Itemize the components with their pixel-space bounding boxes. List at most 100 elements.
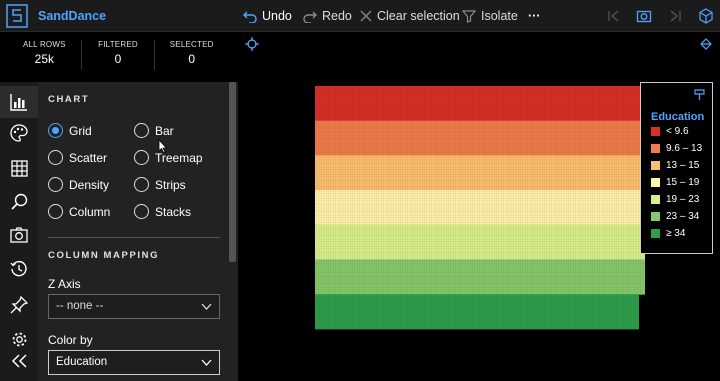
legend-label: ≥ 34 xyxy=(666,228,686,239)
stat-value: 0 xyxy=(114,52,122,66)
stat-label: SELECTED xyxy=(169,40,214,49)
radio-label: Stacks xyxy=(155,204,192,219)
first-page-icon[interactable] xyxy=(606,8,622,24)
legend-item[interactable]: ≥ 34 xyxy=(651,228,685,239)
sidebar-item-data[interactable] xyxy=(8,157,30,179)
legend-swatch xyxy=(651,212,660,221)
sidebar-item-transitions[interactable] xyxy=(8,294,30,316)
chart-type-grid[interactable]: Grid xyxy=(48,123,92,138)
radio-label: Density xyxy=(69,177,110,192)
grid-cell-overlay xyxy=(315,155,645,191)
grid-cell-overlay xyxy=(315,190,645,226)
radio-icon xyxy=(134,123,149,138)
chart-type-strips[interactable]: Strips xyxy=(134,177,186,192)
panel-scrollbar[interactable] xyxy=(229,82,236,262)
history-icon xyxy=(10,260,27,277)
legend-swatch xyxy=(651,144,660,153)
palette-icon xyxy=(10,124,28,142)
legend-item[interactable]: 19 – 23 xyxy=(651,194,699,205)
radio-label: Grid xyxy=(69,123,92,138)
radio-label: Column xyxy=(69,204,111,219)
legend-item[interactable]: 13 – 15 xyxy=(651,160,699,171)
chart-type-treemap[interactable]: Treemap xyxy=(134,150,203,165)
isolate-label: Isolate xyxy=(481,9,518,23)
chevron-down-icon xyxy=(201,303,212,310)
grid-cell-overlay xyxy=(315,294,639,330)
chart-type-column[interactable]: Column xyxy=(48,204,110,219)
legend-swatch xyxy=(651,195,660,204)
grid-cell-overlay xyxy=(315,86,645,122)
radio-checked-icon xyxy=(48,123,63,138)
legend-item[interactable]: < 9.6 xyxy=(651,126,689,137)
grid-cell-overlay xyxy=(315,259,645,295)
pin-icon xyxy=(10,296,28,314)
sidebar-item-snapshots[interactable] xyxy=(8,224,30,246)
redo-icon xyxy=(303,11,317,23)
z-axis-select[interactable]: -- none -- xyxy=(48,294,220,319)
legend-label: < 9.6 xyxy=(666,126,689,137)
legend-item[interactable]: 9.6 – 13 xyxy=(651,143,702,154)
cube-icon[interactable] xyxy=(698,8,714,24)
grid-cell-overlay xyxy=(315,120,645,156)
legend-swatch xyxy=(651,229,660,238)
legend-item[interactable]: 23 – 34 xyxy=(651,211,699,222)
sidebar-collapse-button[interactable] xyxy=(8,350,30,372)
redo-button[interactable]: Redo xyxy=(303,6,352,26)
radio-icon xyxy=(48,177,63,192)
chart-type-stacks[interactable]: Stacks xyxy=(134,204,191,219)
mouse-cursor-icon xyxy=(158,139,168,153)
chart-type-scatter[interactable]: Scatter xyxy=(48,150,107,165)
double-chevron-left-icon xyxy=(11,354,27,368)
sidebar-item-color[interactable] xyxy=(8,122,30,144)
grid-cell-overlay xyxy=(315,224,645,260)
stat-label: FILTERED xyxy=(98,40,138,49)
undo-label: Undo xyxy=(262,9,292,23)
chart-section-title: CHART xyxy=(48,94,90,105)
undo-icon xyxy=(243,11,257,23)
legend-swatch xyxy=(651,161,660,170)
legend-label: 15 – 19 xyxy=(666,177,700,188)
sidebar-item-settings[interactable] xyxy=(8,328,30,350)
paint-brush-icon[interactable] xyxy=(694,89,705,101)
radio-icon xyxy=(134,150,149,165)
legend-label: 13 – 15 xyxy=(666,160,700,171)
radio-label: Bar xyxy=(155,123,174,138)
stat-value: 0 xyxy=(188,52,196,66)
sidebar-item-chart[interactable] xyxy=(0,86,38,118)
sidebar-item-history[interactable] xyxy=(8,258,30,280)
sidebar-item-search[interactable] xyxy=(8,190,30,212)
camera-icon[interactable] xyxy=(636,8,652,24)
close-icon xyxy=(360,10,372,22)
legend-title: Education xyxy=(651,111,705,123)
clear-selection-button[interactable]: Clear selection xyxy=(360,6,460,26)
sidebar-icon-bar xyxy=(0,82,38,381)
app-title: SandDance xyxy=(38,9,107,23)
isolate-button[interactable]: Isolate xyxy=(462,6,518,26)
legend-swatch xyxy=(651,127,660,136)
legend-item[interactable]: 15 – 19 xyxy=(651,177,699,188)
legend-swatch xyxy=(651,178,660,187)
section-divider xyxy=(48,237,220,238)
more-button[interactable]: ··· xyxy=(528,6,541,26)
settings-icon xyxy=(12,332,26,346)
top-bar: SandDance Undo Redo Clear selection Isol… xyxy=(0,0,720,32)
stat-all-rows: ALL ROWS 25k xyxy=(8,40,82,70)
stat-filtered: FILTERED 0 xyxy=(82,40,156,70)
legend-label: 23 – 34 xyxy=(666,211,700,222)
last-page-icon[interactable] xyxy=(667,8,683,24)
stat-label: ALL ROWS xyxy=(23,40,66,49)
legend: Education < 9.6 9.6 – 13 13 – 15 15 – 19 19 … xyxy=(640,82,713,254)
legend-label: 19 – 23 xyxy=(666,194,700,205)
legend-label: 9.6 – 13 xyxy=(666,143,703,154)
radio-icon xyxy=(48,150,63,165)
chart-type-bar[interactable]: Bar xyxy=(134,123,174,138)
color-by-select[interactable]: Education xyxy=(48,350,220,375)
undo-button[interactable]: Undo xyxy=(243,6,292,26)
redo-label: Redo xyxy=(322,9,352,23)
radio-label: Strips xyxy=(155,177,186,192)
search-icon xyxy=(10,193,27,210)
chart-type-density[interactable]: Density xyxy=(48,177,109,192)
radio-icon xyxy=(134,177,149,192)
row-stats: ALL ROWS 25k FILTERED 0 SELECTED 0 xyxy=(8,40,228,70)
z-axis-label: Z Axis xyxy=(48,277,81,291)
